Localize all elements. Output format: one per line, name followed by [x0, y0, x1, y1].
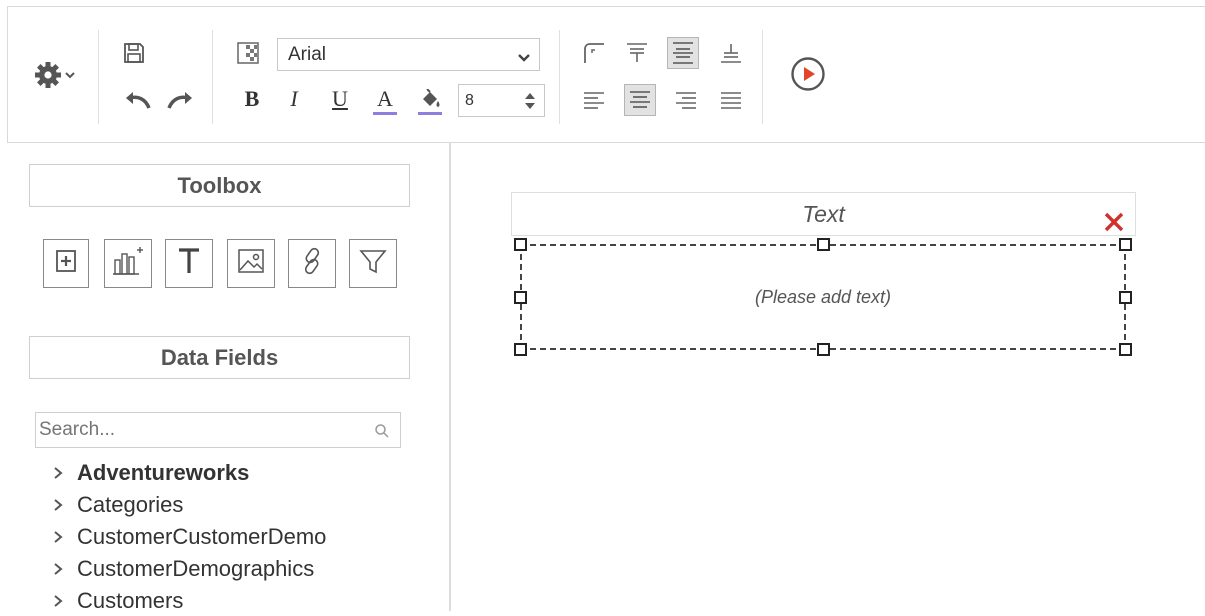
resize-handle-middle-left[interactable]	[514, 291, 527, 304]
italic-button[interactable]: I	[283, 86, 305, 112]
justify-button[interactable]	[717, 86, 745, 114]
image-icon	[236, 247, 266, 280]
chevron-right-icon	[52, 530, 77, 544]
tree-item-label: CustomerDemographics	[77, 556, 315, 581]
tool-text-button[interactable]	[165, 239, 213, 288]
fill-color-swatch	[418, 112, 442, 115]
resize-handle-top-right[interactable]	[1119, 238, 1132, 251]
valign-bottom-button[interactable]	[717, 39, 745, 67]
valign-middle-button[interactable]	[667, 37, 699, 69]
font-size-value: 8	[465, 92, 474, 109]
bold-button[interactable]: B	[240, 86, 264, 112]
add-icon	[55, 249, 77, 278]
resize-handle-top-center[interactable]	[817, 238, 830, 251]
element-title: Text	[802, 201, 845, 227]
chevron-down-icon	[517, 48, 531, 70]
align-center-icon	[628, 88, 652, 112]
search-icon[interactable]	[374, 423, 390, 444]
preview-button[interactable]	[786, 52, 830, 96]
tree-item-categories[interactable]: Categories	[52, 490, 183, 520]
align-left-icon	[582, 88, 606, 112]
resize-handle-bottom-right[interactable]	[1119, 343, 1132, 356]
tool-chart-button[interactable]	[104, 239, 152, 288]
font-color-button[interactable]: A	[373, 86, 397, 112]
text-placeholder: (Please add text)	[754, 286, 892, 307]
gear-icon	[31, 58, 81, 92]
redo-icon	[165, 88, 195, 112]
filter-icon	[358, 246, 388, 281]
border-button[interactable]	[580, 39, 608, 67]
resize-handle-middle-right[interactable]	[1119, 291, 1132, 304]
border-icon	[582, 41, 606, 65]
resize-handle-bottom-center[interactable]	[817, 343, 830, 356]
chart-icon	[111, 244, 145, 283]
tree-item-customers[interactable]: Customers	[52, 586, 183, 616]
chevron-right-icon	[52, 562, 77, 576]
undo-icon	[123, 88, 153, 112]
bold-icon: B	[244, 86, 260, 111]
tree-item-customercustomerdemo[interactable]: CustomerCustomerDemo	[52, 522, 326, 552]
font-family-select[interactable]: Arial	[277, 38, 540, 71]
font-size-stepper[interactable]: 8	[458, 84, 545, 117]
text-icon	[174, 246, 204, 281]
fill-color-icon	[418, 89, 442, 111]
design-canvas[interactable]: Text (Please add text)	[451, 143, 1205, 611]
search-box	[35, 412, 401, 448]
undo-button[interactable]	[121, 85, 155, 115]
valign-top-button[interactable]	[623, 39, 651, 67]
stepper-arrows-icon[interactable]	[523, 91, 537, 116]
element-title-bar[interactable]: Text	[511, 192, 1136, 236]
align-left-button[interactable]	[580, 86, 608, 114]
font-family-value: Arial	[288, 44, 327, 65]
tree-item-label: Categories	[77, 492, 184, 517]
tool-add-button[interactable]	[43, 239, 89, 288]
underline-icon: U	[332, 86, 348, 111]
font-color-swatch	[373, 112, 397, 115]
text-element[interactable]: (Please add text)	[520, 244, 1126, 350]
background-icon	[236, 41, 260, 65]
data-fields-header: Data Fields	[29, 336, 410, 379]
chevron-right-icon	[52, 498, 77, 512]
background-button[interactable]	[234, 39, 262, 67]
toolbox-header: Toolbox	[29, 164, 410, 207]
save-button[interactable]	[118, 37, 150, 69]
underline-button[interactable]: U	[328, 86, 352, 112]
align-right-icon	[674, 88, 698, 112]
toolbar: Arial B I U A 8	[7, 6, 1205, 143]
save-icon	[122, 41, 146, 65]
link-icon	[297, 246, 327, 281]
chevron-right-icon	[52, 594, 77, 608]
tree-item-label: Customers	[77, 588, 184, 613]
align-right-button[interactable]	[672, 86, 700, 114]
tree-item-label: CustomerCustomerDemo	[77, 524, 327, 549]
chevron-right-icon	[52, 466, 77, 480]
tree-item-label: Adventureworks	[77, 460, 250, 485]
italic-icon: I	[290, 86, 298, 111]
resize-handle-top-left[interactable]	[514, 238, 527, 251]
tree-item-customerdemographics[interactable]: CustomerDemographics	[52, 554, 314, 584]
font-color-icon: A	[377, 86, 393, 111]
settings-button[interactable]	[30, 57, 82, 93]
fill-color-button[interactable]	[416, 87, 444, 113]
search-input[interactable]	[36, 413, 356, 445]
resize-handle-bottom-left[interactable]	[514, 343, 527, 356]
redo-button[interactable]	[163, 85, 197, 115]
tool-filter-button[interactable]	[349, 239, 397, 288]
tool-link-button[interactable]	[288, 239, 336, 288]
tool-image-button[interactable]	[227, 239, 275, 288]
tree-item-adventureworks[interactable]: Adventureworks	[52, 458, 249, 488]
preview-icon	[789, 55, 827, 93]
justify-icon	[719, 88, 743, 112]
align-center-button[interactable]	[624, 84, 656, 116]
valign-middle-icon	[671, 41, 695, 65]
sidebar: Toolbox Data Fields Search... Adventurew…	[0, 143, 451, 613]
valign-bottom-icon	[719, 41, 743, 65]
valign-top-icon	[625, 41, 649, 65]
